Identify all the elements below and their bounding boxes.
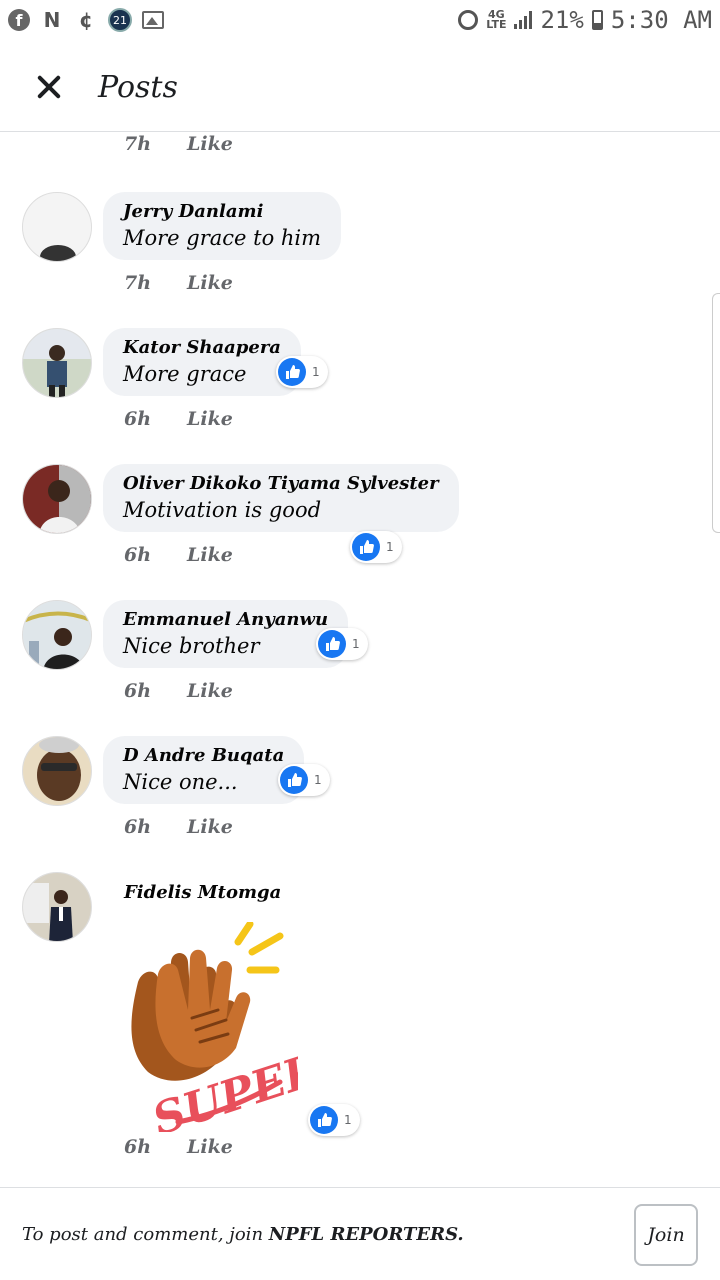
comments-list[interactable]: 7h Like Jerry Danlami More grace to him … bbox=[0, 133, 720, 1185]
comment-bubble: Emmanuel Anyanwu Nice brother bbox=[103, 600, 349, 668]
reaction-badge[interactable]: 1 bbox=[316, 628, 368, 660]
comment-time: 7h bbox=[124, 272, 152, 294]
commenter-name[interactable]: Emmanuel Anyanwu bbox=[123, 609, 328, 630]
comment-time: 7h bbox=[124, 133, 152, 155]
comment-time: 6h bbox=[124, 680, 152, 702]
network-type: 4G LTE bbox=[486, 8, 507, 31]
comment-time: 6h bbox=[124, 544, 152, 566]
like-link[interactable]: Like bbox=[187, 1136, 233, 1158]
avatar[interactable] bbox=[22, 328, 92, 398]
like-link[interactable]: Like bbox=[187, 544, 233, 566]
comment-bubble: D Andre Buqata Nice one... bbox=[103, 736, 305, 804]
comment-meta: 6h Like bbox=[124, 680, 233, 702]
comment-text: Nice brother bbox=[123, 634, 260, 658]
app-header: Posts bbox=[0, 44, 720, 132]
reaction-count: 1 bbox=[314, 773, 322, 787]
image-icon bbox=[142, 11, 164, 29]
commenter-name[interactable]: Fidelis Mtomga bbox=[124, 882, 281, 903]
comment-text: Nice one... bbox=[123, 770, 238, 794]
comment-meta: 7h Like bbox=[124, 133, 233, 155]
n-app-icon: N bbox=[43, 8, 61, 32]
thumbs-up-icon bbox=[352, 533, 380, 561]
avatar[interactable] bbox=[22, 600, 92, 670]
like-link[interactable]: Like bbox=[187, 408, 233, 430]
clock: 5:30 AM bbox=[610, 6, 712, 34]
comment-text: More grace to him bbox=[123, 226, 322, 250]
comment-meta: 6h Like bbox=[124, 816, 233, 838]
comment-meta: 6h Like bbox=[124, 1136, 233, 1158]
thumbs-up-icon bbox=[280, 766, 308, 794]
comment-bubble: Kator Shaapera More grace bbox=[103, 328, 301, 396]
status-bar: f N ¢ 21 4G LTE 21% 5:30 AM bbox=[0, 0, 720, 44]
cedi-icon: ¢ bbox=[79, 8, 93, 32]
notification-badge: 21 bbox=[108, 8, 132, 32]
reaction-badge[interactable]: 1 bbox=[308, 1104, 360, 1136]
comment-meta: 6h Like bbox=[124, 544, 233, 566]
commenter-name[interactable]: Oliver Dikoko Tiyama Sylvester bbox=[123, 473, 439, 494]
avatar[interactable] bbox=[22, 464, 92, 534]
comment-time: 6h bbox=[124, 1136, 152, 1158]
page-title: Posts bbox=[98, 70, 178, 105]
comment-time: 6h bbox=[124, 816, 152, 838]
like-link[interactable]: Like bbox=[187, 816, 233, 838]
reaction-count: 1 bbox=[386, 540, 394, 554]
thumbs-up-icon bbox=[278, 358, 306, 386]
thumbs-up-icon bbox=[310, 1106, 338, 1134]
join-button[interactable]: Join bbox=[634, 1204, 698, 1266]
signal-icon bbox=[514, 11, 533, 29]
reaction-count: 1 bbox=[352, 637, 360, 651]
comment-bubble: Jerry Danlami More grace to him bbox=[103, 192, 342, 260]
system-indicators: 4G LTE 21% 5:30 AM bbox=[458, 6, 712, 34]
comment-meta: 6h Like bbox=[124, 408, 233, 430]
reaction-badge[interactable]: 1 bbox=[278, 764, 330, 796]
reaction-badge[interactable]: 1 bbox=[276, 356, 328, 388]
like-link[interactable]: Like bbox=[187, 272, 233, 294]
reaction-badge[interactable]: 1 bbox=[350, 531, 402, 563]
battery-icon bbox=[591, 10, 603, 30]
battery-percent: 21% bbox=[540, 6, 584, 34]
reaction-count: 1 bbox=[312, 365, 320, 379]
super-clap-sticker: SUPER! bbox=[118, 920, 346, 1146]
like-link[interactable]: Like bbox=[187, 133, 233, 155]
avatar[interactable] bbox=[22, 736, 92, 806]
join-footer: To post and comment, join NPFL REPORTERS… bbox=[0, 1187, 720, 1280]
commenter-name[interactable]: Kator Shaapera bbox=[123, 337, 281, 358]
alarm-icon bbox=[458, 10, 479, 30]
avatar[interactable] bbox=[22, 872, 92, 942]
group-name[interactable]: NPFL REPORTERS. bbox=[269, 1224, 464, 1245]
comment-time: 6h bbox=[124, 408, 152, 430]
comment-bubble: Oliver Dikoko Tiyama Sylvester Motivatio… bbox=[103, 464, 459, 532]
join-prompt: To post and comment, join NPFL REPORTERS… bbox=[22, 1224, 464, 1245]
thumbs-up-icon bbox=[318, 630, 346, 658]
comment-text: Motivation is good bbox=[123, 498, 322, 522]
like-link[interactable]: Like bbox=[187, 680, 233, 702]
notification-icons: f N ¢ 21 bbox=[8, 8, 164, 32]
commenter-name[interactable]: D Andre Buqata bbox=[123, 745, 284, 766]
join-prompt-text: To post and comment, join bbox=[22, 1224, 264, 1245]
close-icon[interactable] bbox=[30, 68, 70, 108]
comment-meta: 7h Like bbox=[124, 272, 233, 294]
avatar[interactable] bbox=[22, 192, 92, 262]
comment-text: More grace bbox=[123, 362, 247, 386]
facebook-icon: f bbox=[8, 9, 30, 31]
commenter-name[interactable]: Jerry Danlami bbox=[123, 201, 321, 222]
scrollbar[interactable] bbox=[712, 293, 720, 533]
reaction-count: 1 bbox=[344, 1113, 352, 1127]
